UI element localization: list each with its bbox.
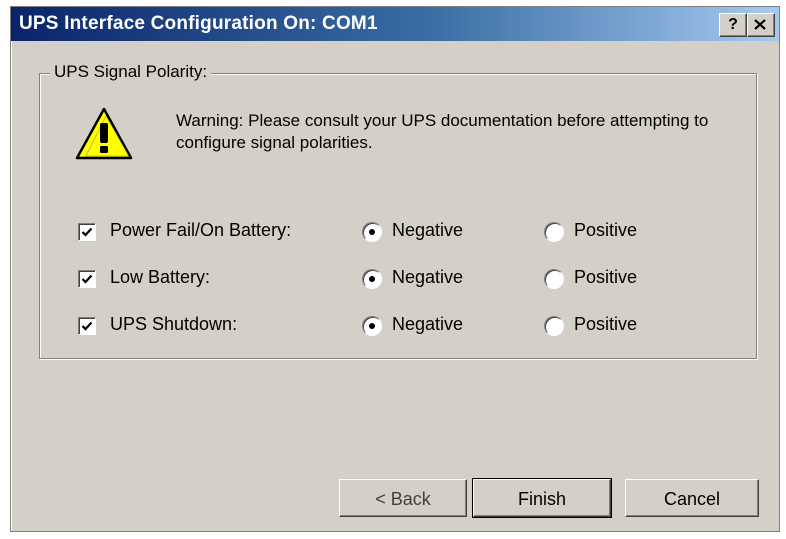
low-battery-label: Low Battery: xyxy=(110,267,211,287)
warning-icon xyxy=(75,107,133,160)
ups-shutdown-checkbox[interactable] xyxy=(78,317,96,335)
finish-button[interactable]: Finish xyxy=(472,478,612,518)
back-button[interactable]: < Back xyxy=(339,479,467,517)
title-bar: UPS Interface Configuration On: COM1 ? xyxy=(11,7,779,41)
checkmark-icon xyxy=(81,227,93,237)
ups-shutdown-negative-radio[interactable] xyxy=(362,316,382,336)
low-battery-positive-label[interactable]: Positive xyxy=(574,267,637,288)
ups-shutdown-positive-radio[interactable] xyxy=(544,316,564,336)
ups-shutdown-label: UPS Shutdown: xyxy=(110,314,238,334)
low-battery-negative-radio[interactable] xyxy=(362,269,382,289)
group-label: UPS Signal Polarity: xyxy=(50,62,212,82)
ups-config-dialog: UPS Interface Configuration On: COM1 ? U… xyxy=(10,6,780,532)
power-fail-negative-radio[interactable] xyxy=(362,222,382,242)
checkmark-icon xyxy=(81,321,93,331)
low-battery-checkbox[interactable] xyxy=(78,270,96,288)
checkmark-icon xyxy=(81,274,93,284)
power-fail-positive-radio[interactable] xyxy=(544,222,564,242)
low-battery-positive-radio[interactable] xyxy=(544,269,564,289)
help-button[interactable]: ? xyxy=(719,13,747,37)
ups-shutdown-negative-label[interactable]: Negative xyxy=(392,314,463,335)
signal-row-power-fail: Power Fail/On Battery: Negative Positive xyxy=(40,220,756,246)
low-battery-negative-label[interactable]: Negative xyxy=(392,267,463,288)
signal-row-ups-shutdown: UPS Shutdown: Negative Positive xyxy=(40,314,756,340)
power-fail-label: Power Fail/On Battery: xyxy=(110,220,292,240)
power-fail-positive-label[interactable]: Positive xyxy=(574,220,637,241)
warning-message: Warning: Please consult your UPS documen… xyxy=(176,111,709,152)
power-fail-checkbox[interactable] xyxy=(78,223,96,241)
signal-polarity-group: UPS Signal Polarity: Warning: Please con… xyxy=(39,62,757,359)
close-button[interactable] xyxy=(747,13,775,37)
window-title: UPS Interface Configuration On: COM1 xyxy=(19,13,378,34)
power-fail-negative-label[interactable]: Negative xyxy=(392,220,463,241)
ups-shutdown-positive-label[interactable]: Positive xyxy=(574,314,637,335)
signal-row-low-battery: Low Battery: Negative Positive xyxy=(40,267,756,293)
close-icon xyxy=(754,19,766,30)
cancel-button[interactable]: Cancel xyxy=(625,479,759,517)
